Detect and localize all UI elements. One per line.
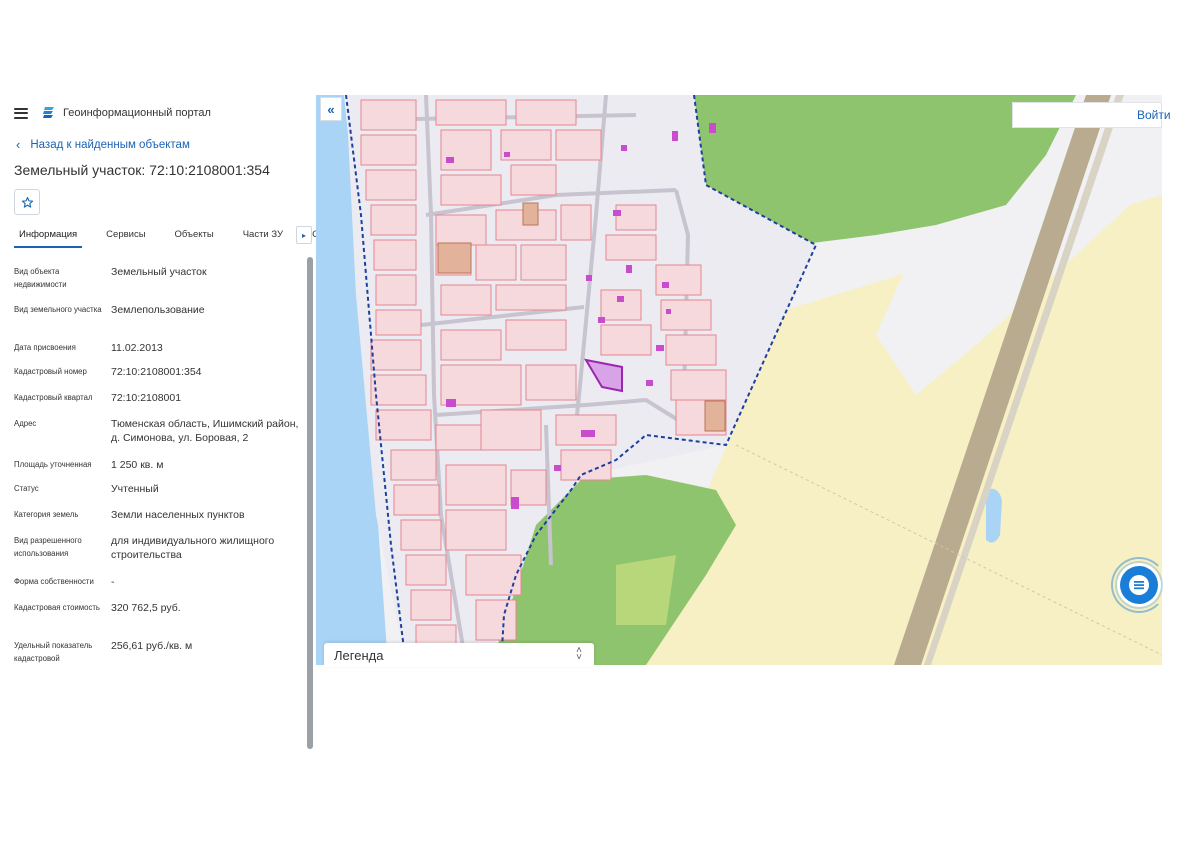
- lake-shape: [986, 488, 1002, 543]
- info-label: Вид объекта недвижимости: [14, 267, 67, 289]
- legend-panel[interactable]: Легенда ˄ ˅: [324, 643, 594, 667]
- info-value: Земли населенных пунктов: [111, 509, 245, 521]
- chevron-right-icon: ▸: [301, 230, 306, 240]
- tabs-scroll-right-button[interactable]: ▸: [296, 226, 312, 244]
- info-label: Форма собственности: [14, 577, 94, 586]
- forest-clearing: [616, 555, 676, 625]
- info-value: -: [111, 576, 115, 588]
- chat-icon: [1129, 575, 1149, 595]
- map-canvas[interactable]: [316, 95, 1162, 665]
- tab-services[interactable]: Сервисы: [101, 223, 150, 246]
- layers-logo-icon: [43, 107, 54, 118]
- login-bar: Войти: [1012, 102, 1171, 128]
- chat-button[interactable]: [1120, 566, 1158, 604]
- info-label: Вид разрешенного использования: [14, 536, 82, 558]
- info-value: Землепользование: [111, 304, 205, 316]
- app-header: Геоинформационный портал: [14, 103, 211, 123]
- highlighted-parcel: [704, 400, 726, 432]
- address-value: Тюменская область, Ишимский район, д. Си…: [111, 418, 299, 444]
- info-value: Земельный участок: [111, 266, 207, 278]
- chevron-left-icon: ‹: [16, 137, 21, 152]
- info-label: Адрес: [14, 419, 37, 428]
- info-label: Категория земель: [14, 510, 79, 519]
- info-label: Площадь уточненная: [14, 460, 92, 469]
- info-label: Кадастровая стоимость: [14, 603, 100, 612]
- back-link-label: Назад к найденным объектам: [30, 138, 190, 151]
- tab-bar: Информация Сервисы Объекты Части ЗУ Сост…: [14, 223, 344, 248]
- info-value: 320 762,5 руб.: [111, 602, 181, 614]
- highlighted-parcel: [437, 242, 472, 274]
- back-to-results-link[interactable]: ‹ Назад к найденным объектам: [16, 137, 190, 152]
- info-label: Кадастровый номер: [14, 367, 87, 376]
- menu-icon[interactable]: [14, 107, 28, 119]
- map-view[interactable]: [316, 95, 1162, 665]
- expand-collapse-icon[interactable]: ˄ ˅: [576, 646, 582, 663]
- app-title: Геоинформационный портал: [63, 107, 211, 119]
- info-label: Статус: [14, 484, 39, 493]
- collapse-panel-button[interactable]: «: [320, 97, 342, 121]
- highlighted-parcel: [522, 202, 539, 226]
- info-label: Удельный показатель кадастровой: [14, 641, 93, 663]
- panel-scrollbar[interactable]: [307, 257, 313, 749]
- tab-information[interactable]: Информация: [14, 223, 83, 248]
- info-value: 72:10:2108001: [111, 392, 182, 404]
- star-icon: [21, 196, 33, 208]
- scrollbar-thumb[interactable]: [307, 257, 313, 749]
- info-label: Дата присвоения: [14, 343, 76, 352]
- page-title: Земельный участок: 72:10:2108001:354: [14, 162, 270, 178]
- info-label: Кадастровый квартал: [14, 393, 93, 402]
- legend-title: Легенда: [334, 648, 384, 663]
- info-panel: Геоинформационный портал ‹ Назад к найде…: [0, 95, 344, 749]
- info-value: 11.02.2013: [111, 342, 163, 354]
- info-value: для индивидуального жилищного строительс…: [111, 535, 275, 561]
- login-link[interactable]: Войти: [1137, 108, 1171, 122]
- info-value: 256,61 руб./кв. м: [111, 640, 193, 652]
- favorite-button[interactable]: [14, 189, 40, 215]
- info-value: 1 250 кв. м: [111, 459, 164, 471]
- info-value: Учтенный: [111, 483, 159, 495]
- tab-objects[interactable]: Объекты: [170, 223, 219, 246]
- double-chevron-left-icon: «: [327, 101, 335, 117]
- info-value: 72:10:2108001:354: [111, 366, 202, 378]
- tab-parcel-parts[interactable]: Части ЗУ: [238, 223, 288, 246]
- info-label: Вид земельного участка: [14, 305, 102, 314]
